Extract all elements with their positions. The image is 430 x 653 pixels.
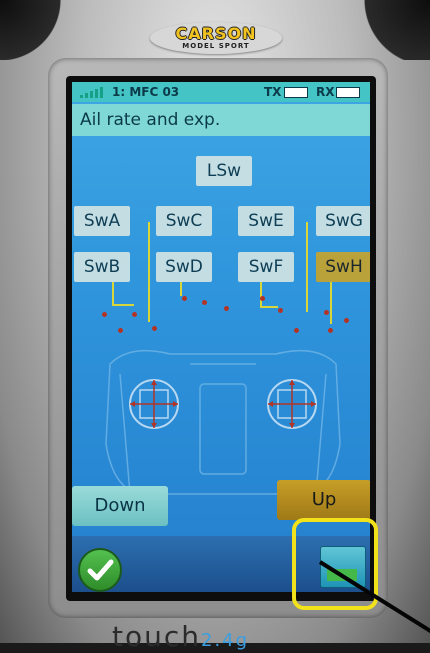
logo-sub-text: MODEL SPORT (182, 42, 250, 50)
device-corner-right (340, 0, 430, 60)
indicator-dot (344, 318, 349, 323)
device-brand-footer: touch2.4g (112, 620, 249, 653)
page-title: Ail rate and exp. (80, 110, 221, 130)
indicator-dot (224, 306, 229, 311)
indicator-dot (202, 300, 207, 305)
left-stick-icon (129, 379, 179, 429)
brand-logo: CARSON MODEL SPORT (150, 22, 282, 54)
switch-swa[interactable]: SwA (74, 206, 130, 236)
signal-strength-icon (80, 86, 103, 98)
down-button[interactable]: Down (72, 486, 168, 526)
indicator-dot (324, 310, 329, 315)
switch-swg[interactable]: SwG (316, 206, 370, 236)
indicator-dot (118, 328, 123, 333)
lcd-display: 1: MFC 03 TX RX Ail rate and exp. LSw Sw… (72, 82, 370, 592)
indicator-dot (278, 308, 283, 313)
right-stick-icon (267, 379, 317, 429)
switch-swh[interactable]: SwH (316, 252, 370, 282)
connector-wire (148, 222, 150, 322)
device-corner-left (0, 0, 80, 60)
tx-label: TX (264, 85, 282, 99)
up-button[interactable]: Up (277, 480, 370, 520)
indicator-dot (294, 328, 299, 333)
rx-battery-icon (336, 87, 360, 98)
indicator-dot (328, 328, 333, 333)
checkmark-icon (87, 559, 114, 581)
status-bar: 1: MFC 03 TX RX (72, 82, 370, 102)
switch-swd[interactable]: SwD (156, 252, 212, 282)
connector-wire (112, 282, 114, 304)
indicator-dot (102, 312, 107, 317)
connector-wire (180, 282, 182, 296)
logo-brand-text: CARSON (175, 24, 257, 43)
switch-swe[interactable]: SwE (238, 206, 294, 236)
confirm-button[interactable] (78, 548, 122, 592)
connector-wire (306, 222, 308, 312)
connector-wire (260, 282, 262, 306)
highlight-box (292, 518, 378, 610)
footer-sub-text: 2.4g (201, 630, 250, 651)
tx-battery-icon (284, 87, 308, 98)
indicator-dot (152, 326, 157, 331)
rx-label: RX (316, 85, 335, 99)
connector-wire (112, 304, 134, 306)
model-name: 1: MFC 03 (112, 85, 180, 99)
transmitter-device: CARSON MODEL SPORT 1: MFC 03 TX RX Ail r… (0, 0, 430, 653)
connector-wire (260, 306, 278, 308)
footer-brand-text: touch (112, 620, 201, 653)
title-bar: Ail rate and exp. (72, 104, 370, 136)
switch-swc[interactable]: SwC (156, 206, 212, 236)
indicator-dot (132, 312, 137, 317)
indicator-dot (260, 296, 265, 301)
switch-swf[interactable]: SwF (238, 252, 294, 282)
connector-wire (330, 282, 332, 324)
switch-swb[interactable]: SwB (74, 252, 130, 282)
switch-lsw[interactable]: LSw (196, 156, 252, 186)
indicator-dot (182, 296, 187, 301)
